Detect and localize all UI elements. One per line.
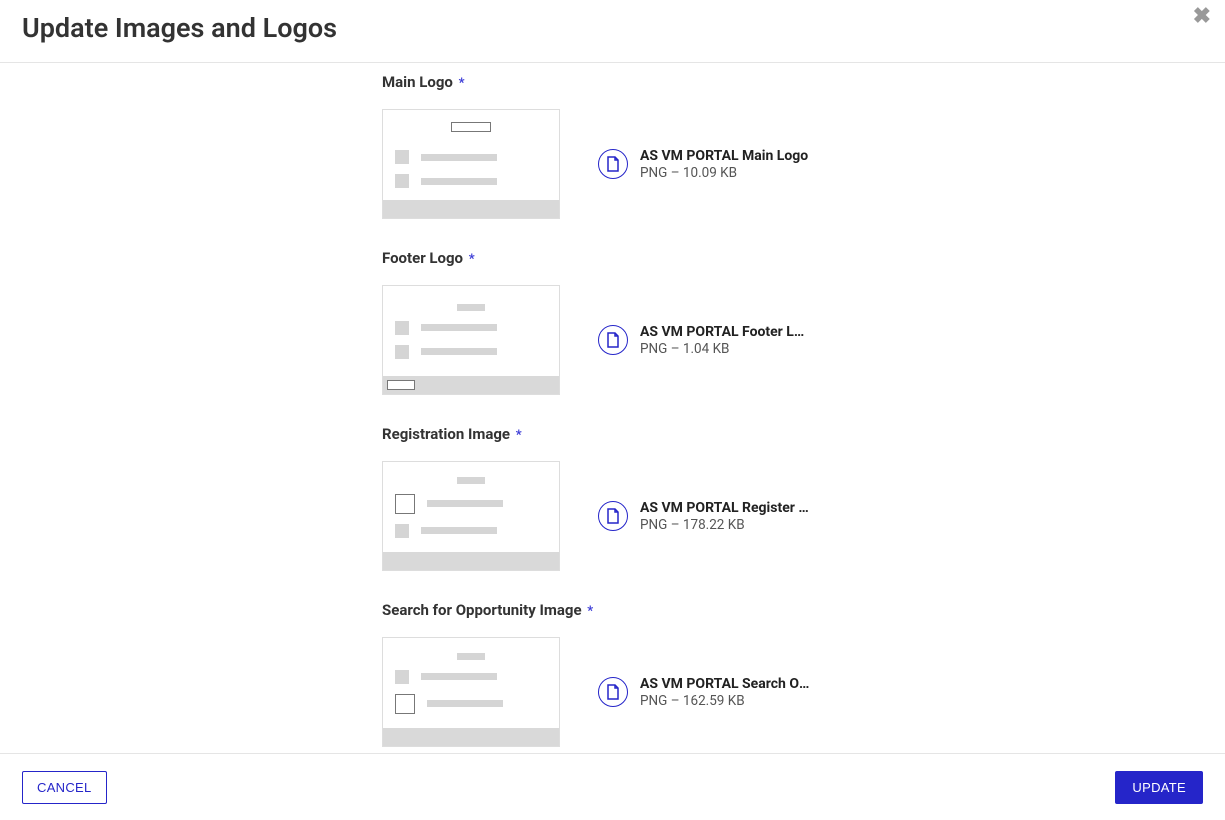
section-label: Search for Opportunity Image * [382, 601, 1195, 619]
close-icon[interactable]: ✖ [1193, 6, 1211, 28]
required-star-icon: * [469, 252, 475, 267]
thumb-line [421, 154, 497, 161]
thumbnail-preview[interactable] [382, 637, 560, 747]
thumb-line [427, 700, 503, 707]
required-star-icon: * [587, 604, 593, 619]
thumb-square [395, 670, 409, 684]
thumb-square [395, 345, 409, 359]
thumb-line [421, 348, 497, 355]
thumb-square [395, 321, 409, 335]
thumb-line [421, 527, 497, 534]
thumb-square [395, 150, 409, 164]
modal-footer: CANCEL UPDATE [0, 753, 1225, 820]
required-star-icon: * [516, 428, 522, 443]
file-info: AS VM PORTAL Main Logo PNG – 10.09 KB [598, 148, 808, 181]
section-search-opportunity: Search for Opportunity Image * [0, 601, 1225, 747]
thumb-highlight-box [451, 122, 491, 132]
thumb-footer [383, 728, 559, 746]
file-meta: PNG – 162.59 KB [640, 693, 810, 709]
section-registration-image: Registration Image * [0, 425, 1225, 571]
thumb-line [421, 673, 497, 680]
thumb-square [395, 174, 409, 188]
thumb-highlight-box [395, 494, 415, 514]
section-label: Main Logo * [382, 73, 1195, 91]
thumb-line [457, 304, 485, 311]
label-text: Registration Image [382, 425, 510, 443]
file-info: AS VM PORTAL Footer Logo PNG – 1.04 KB [598, 324, 810, 357]
document-icon [598, 325, 628, 355]
thumb-footer [383, 552, 559, 570]
thumb-highlight-box [395, 694, 415, 714]
section-label: Footer Logo * [382, 249, 1195, 267]
section-label: Registration Image * [382, 425, 1195, 443]
modal-header: Update Images and Logos ✖ [0, 0, 1225, 63]
required-star-icon: * [459, 76, 465, 91]
file-info: AS VM PORTAL Register Volunteer Image PN… [598, 500, 810, 533]
thumb-highlight-box [387, 380, 415, 390]
thumb-line [457, 653, 485, 660]
thumb-footer [383, 200, 559, 218]
thumb-line [427, 500, 503, 507]
file-meta: PNG – 178.22 KB [640, 517, 810, 533]
file-meta: PNG – 1.04 KB [640, 341, 810, 357]
thumb-line [421, 178, 497, 185]
cancel-button[interactable]: CANCEL [22, 771, 107, 804]
document-icon [598, 149, 628, 179]
thumb-line [457, 477, 485, 484]
thumbnail-preview[interactable] [382, 109, 560, 219]
thumbnail-preview[interactable] [382, 461, 560, 571]
file-name: AS VM PORTAL Register Volunteer Image [640, 500, 810, 516]
label-text: Footer Logo [382, 249, 463, 267]
file-name: AS VM PORTAL Search Opportunity Image [640, 676, 810, 692]
thumb-line [421, 324, 497, 331]
file-meta: PNG – 10.09 KB [640, 165, 808, 181]
modal-title: Update Images and Logos [22, 12, 1203, 44]
section-main-logo: Main Logo * [0, 73, 1225, 219]
label-text: Search for Opportunity Image [382, 601, 582, 619]
file-name: AS VM PORTAL Footer Logo [640, 324, 810, 340]
modal-body: Main Logo * [0, 63, 1225, 754]
section-footer-logo: Footer Logo * [0, 249, 1225, 395]
file-info: AS VM PORTAL Search Opportunity Image PN… [598, 676, 810, 709]
file-name: AS VM PORTAL Main Logo [640, 148, 808, 164]
thumbnail-preview[interactable] [382, 285, 560, 395]
document-icon [598, 677, 628, 707]
update-button[interactable]: UPDATE [1115, 771, 1203, 804]
document-icon [598, 501, 628, 531]
thumb-square [395, 524, 409, 538]
label-text: Main Logo [382, 73, 453, 91]
